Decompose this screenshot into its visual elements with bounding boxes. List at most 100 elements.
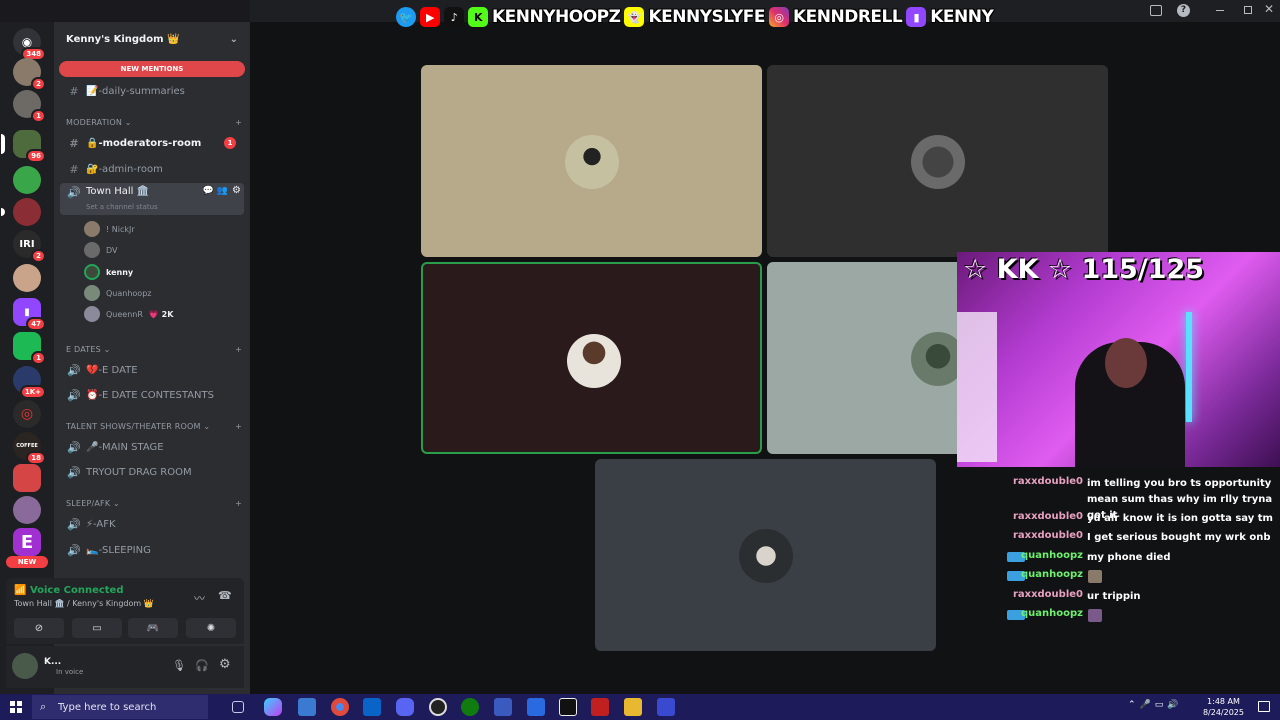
user-avatar[interactable] bbox=[12, 653, 38, 679]
task-view-icon[interactable] bbox=[232, 701, 244, 713]
discord-taskbar-icon[interactable] bbox=[396, 698, 414, 716]
server-icon[interactable]: 1 bbox=[13, 332, 46, 365]
outlook-icon[interactable] bbox=[363, 698, 381, 716]
gamepad-icon: 🎮 bbox=[146, 622, 160, 634]
microphone-icon[interactable]: 🎙 bbox=[172, 659, 186, 672]
search-icon: ⌕ bbox=[40, 700, 47, 713]
chat-text: ur trippin bbox=[1087, 591, 1141, 602]
voice-user[interactable]: QueennR 💗 2K bbox=[84, 305, 173, 323]
server-header[interactable]: Kenny's Kingdom 👑 ⌄ bbox=[54, 22, 250, 56]
category-talent-shows[interactable]: TALENT SHOWS/THEATER ROOM ⌄ + bbox=[66, 422, 242, 431]
avatar bbox=[84, 306, 100, 322]
gear-icon[interactable]: ⚙ bbox=[219, 657, 231, 672]
soundboard-button[interactable]: ✺ bbox=[186, 618, 236, 638]
channel-moderators-room[interactable]: # 🔒-moderators-room 1 bbox=[60, 132, 244, 154]
voice-channel-main-stage[interactable]: 🔊 🎤-MAIN STAGE bbox=[60, 436, 244, 458]
server-icon[interactable]: IRI 2 bbox=[13, 230, 46, 263]
chrome-icon[interactable] bbox=[331, 698, 349, 716]
home-button[interactable]: ◉ 348 bbox=[13, 28, 46, 61]
signal-icon: 📶 bbox=[14, 585, 30, 596]
server-icon[interactable] bbox=[13, 264, 41, 292]
minimize-button[interactable] bbox=[1216, 10, 1224, 11]
voice-user[interactable]: ! NickJr bbox=[84, 220, 135, 238]
server-icon-kennys-kingdom[interactable]: 96 bbox=[1, 130, 46, 163]
store-icon[interactable] bbox=[298, 698, 316, 716]
help-icon[interactable]: ? bbox=[1177, 4, 1190, 17]
server-icon[interactable]: COFFEE 18 bbox=[13, 432, 46, 465]
plus-icon[interactable]: + bbox=[235, 422, 242, 431]
voice-user[interactable]: kenny bbox=[84, 263, 133, 281]
voice-location[interactable]: Town Hall 🏛️ / Kenny's Kingdom 👑 bbox=[14, 599, 154, 608]
participant-tile-speaking[interactable] bbox=[421, 262, 762, 454]
plus-icon[interactable]: + bbox=[235, 118, 242, 127]
server-badge: 2 bbox=[31, 77, 46, 91]
new-servers-badge[interactable]: NEW bbox=[6, 556, 48, 568]
server-icon[interactable]: E bbox=[13, 528, 41, 556]
server-icon[interactable]: 2 bbox=[13, 58, 46, 91]
channel-label: 🎤-MAIN STAGE bbox=[86, 441, 164, 453]
maximize-button[interactable] bbox=[1244, 6, 1252, 14]
voice-channel-town-hall[interactable]: 🔊 Town Hall 🏛️ Set a channel status 💬 👥 … bbox=[60, 183, 244, 215]
user-name[interactable]: K... bbox=[44, 657, 61, 667]
plus-icon[interactable]: + bbox=[235, 499, 242, 508]
channel-admin-room[interactable]: # 🔐-admin-room bbox=[60, 158, 244, 180]
channel-status[interactable]: Set a channel status bbox=[86, 203, 158, 211]
voice-channel-afk[interactable]: 🔊 ⚡-AFK bbox=[60, 513, 244, 535]
category-sleep-afk[interactable]: SLEEP/AFK ⌄ + bbox=[66, 499, 242, 508]
obs-icon[interactable] bbox=[429, 698, 447, 716]
speaker-icon: 🔊 bbox=[67, 388, 81, 402]
headphones-icon[interactable]: 🎧 bbox=[195, 659, 209, 672]
app-icon[interactable] bbox=[527, 698, 545, 716]
voice-user[interactable]: Quanhoopz bbox=[84, 284, 151, 302]
server-icon[interactable]: ▮ 47 bbox=[13, 298, 46, 331]
server-icon[interactable] bbox=[13, 166, 41, 194]
gear-icon[interactable]: ⚙ bbox=[232, 185, 241, 196]
disconnect-icon[interactable]: ☎ bbox=[218, 589, 232, 602]
participant-tile[interactable] bbox=[421, 65, 762, 257]
system-tray-icons[interactable]: ⌃🎤▭🔊 bbox=[1128, 700, 1182, 710]
server-icon[interactable]: 1K+ bbox=[13, 366, 46, 399]
copilot-icon[interactable] bbox=[264, 698, 282, 716]
app-icon[interactable] bbox=[657, 698, 675, 716]
file-explorer-icon[interactable] bbox=[624, 698, 642, 716]
voice-status[interactable]: 📶 Voice Connected bbox=[14, 585, 124, 596]
capcut-icon[interactable] bbox=[559, 698, 577, 716]
chat-username: raxxdouble0 bbox=[1012, 530, 1083, 541]
participant-tile[interactable] bbox=[595, 459, 936, 651]
inbox-icon[interactable] bbox=[1150, 5, 1162, 16]
new-mentions-button[interactable]: NEW MENTIONS bbox=[59, 61, 245, 77]
xbox-icon[interactable] bbox=[461, 698, 479, 716]
server-badge: 1 bbox=[31, 351, 46, 365]
camera-off-button[interactable]: ⊘ bbox=[14, 618, 64, 638]
app-icon[interactable] bbox=[494, 698, 512, 716]
voice-channel-sleeping[interactable]: 🔊 🛌-SLEEPING bbox=[60, 539, 244, 561]
noise-suppression-icon[interactable]: 〰 bbox=[194, 590, 205, 606]
plus-icon[interactable]: + bbox=[235, 345, 242, 354]
server-icon[interactable]: ◎ bbox=[13, 400, 41, 428]
windows-start-icon[interactable] bbox=[10, 701, 22, 713]
username: DV bbox=[106, 245, 118, 255]
server-icon[interactable] bbox=[13, 496, 41, 524]
add-member-icon[interactable]: 👥 bbox=[217, 186, 228, 196]
category-moderation[interactable]: MODERATION ⌄ + bbox=[66, 118, 242, 127]
notification-icon[interactable] bbox=[1258, 701, 1270, 712]
category-e-dates[interactable]: E DATES ⌄ + bbox=[66, 345, 242, 354]
app-icon[interactable] bbox=[591, 698, 609, 716]
server-badge: 1K+ bbox=[19, 385, 46, 399]
channel-daily-summaries[interactable]: # 📝-daily-summaries bbox=[60, 80, 244, 102]
participant-tile[interactable] bbox=[767, 65, 1108, 257]
close-button[interactable]: ✕ bbox=[1264, 2, 1274, 16]
voice-user[interactable]: DV bbox=[84, 241, 118, 259]
server-icon[interactable]: 1 bbox=[13, 90, 46, 123]
chat-icon[interactable]: 💬 bbox=[203, 186, 214, 196]
voice-channel-e-date-contestants[interactable]: 🔊 ⏰-E DATE CONTESTANTS bbox=[60, 384, 244, 406]
screen-share-button[interactable]: ▭ bbox=[72, 618, 122, 638]
server-icon[interactable] bbox=[13, 464, 41, 492]
voice-channel-tryout[interactable]: 🔊 TRYOUT DRAG ROOM bbox=[60, 461, 244, 483]
taskbar-clock[interactable]: 1:48 AM 8/24/2025 bbox=[1203, 696, 1244, 718]
voice-channel-e-date[interactable]: 🔊 💔-E DATE bbox=[60, 359, 244, 381]
taskbar-search[interactable]: ⌕ Type here to search bbox=[32, 695, 208, 719]
unread-pip bbox=[1, 208, 5, 216]
activities-button[interactable]: 🎮 bbox=[128, 618, 178, 638]
server-icon[interactable] bbox=[1, 198, 41, 226]
